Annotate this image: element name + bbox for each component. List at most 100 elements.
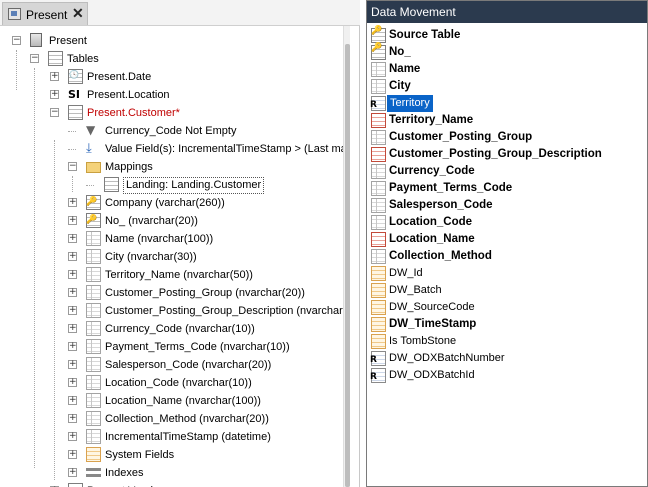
- tree-node[interactable]: + Name (nvarchar(100)): [0, 230, 350, 248]
- field-item[interactable]: Location_Code: [367, 214, 647, 231]
- collapse-icon[interactable]: −: [30, 54, 39, 63]
- indexes-icon: [86, 468, 101, 479]
- tree-node[interactable]: − Tables: [0, 50, 350, 68]
- field-item[interactable]: Customer_Posting_Group: [367, 129, 647, 146]
- tree-node[interactable]: − Mappings: [0, 158, 350, 176]
- tree-node[interactable]: − Present: [0, 32, 350, 50]
- expand-icon[interactable]: +: [68, 234, 77, 243]
- field-item[interactable]: Territory_Name: [367, 112, 647, 129]
- field-label: Payment_Terms_Code: [389, 182, 513, 194]
- tree-node-label: Currency_Code Not Empty: [105, 125, 237, 137]
- expand-icon[interactable]: +: [68, 252, 77, 261]
- field-item[interactable]: DW_ODXBatchId: [367, 367, 647, 384]
- field-item[interactable]: DW_Id: [367, 265, 647, 282]
- tree-connector: [68, 149, 76, 150]
- tree-node-label: IncrementalTimeStamp (datetime): [105, 431, 271, 443]
- system-field-icon: [371, 283, 386, 298]
- tree-node[interactable]: + No_ (nvarchar(20)): [0, 211, 350, 230]
- expand-icon[interactable]: +: [50, 90, 59, 99]
- expand-icon[interactable]: +: [68, 414, 77, 423]
- field-item[interactable]: DW_Batch: [367, 282, 647, 299]
- field-item[interactable]: Collection_Method: [367, 248, 647, 265]
- tree-node-label: Location_Name (nvarchar(100)): [105, 395, 261, 407]
- column-icon: [86, 249, 101, 264]
- column-icon: [86, 429, 101, 444]
- tree-node-label: Customer_Posting_Group_Description (nvar…: [105, 305, 350, 317]
- field-item[interactable]: No_: [367, 43, 647, 61]
- expand-icon[interactable]: +: [68, 198, 77, 207]
- field-item[interactable]: Payment_Terms_Code: [367, 180, 647, 197]
- field-item[interactable]: DW_ODXBatchNumber: [367, 350, 647, 367]
- expand-icon[interactable]: +: [68, 342, 77, 351]
- field-label: Customer_Posting_Group: [389, 131, 533, 143]
- tree-node[interactable]: + Collection_Method (nvarchar(20)): [0, 410, 350, 428]
- collapse-icon[interactable]: −: [12, 36, 21, 45]
- collapse-icon[interactable]: −: [68, 162, 77, 171]
- expand-icon[interactable]: +: [68, 450, 77, 459]
- field-item[interactable]: Territory: [367, 95, 647, 112]
- column-icon: [86, 339, 101, 354]
- reference-field-icon: [370, 96, 386, 111]
- tree-node[interactable]: + Customer_Posting_Group (nvarchar(20)): [0, 284, 350, 302]
- tree-node[interactable]: +Present.Vendor: [0, 482, 350, 487]
- collapse-icon[interactable]: −: [50, 108, 59, 117]
- tree-node[interactable]: − Present.Customer*: [0, 104, 350, 122]
- tree-node[interactable]: + Salesperson_Code (nvarchar(20)): [0, 356, 350, 374]
- expand-icon[interactable]: +: [68, 288, 77, 297]
- expand-icon[interactable]: +: [68, 306, 77, 315]
- tree-scrollbar[interactable]: [343, 26, 350, 487]
- scrollbar-thumb[interactable]: [345, 44, 350, 487]
- expand-icon[interactable]: +: [68, 270, 77, 279]
- tree-node[interactable]: + Company (varchar(260)): [0, 193, 350, 212]
- field-item[interactable]: Salesperson_Code: [367, 197, 647, 214]
- expand-icon[interactable]: +: [68, 396, 77, 405]
- tree-node-label: Indexes: [105, 467, 144, 479]
- field-red-icon: [371, 232, 386, 247]
- close-icon[interactable]: ✕: [72, 5, 84, 22]
- field-item[interactable]: Currency_Code: [367, 163, 647, 180]
- tree-node[interactable]: + City (nvarchar(30)): [0, 248, 350, 266]
- tree-node[interactable]: + Location_Name (nvarchar(100)): [0, 392, 350, 410]
- field-item[interactable]: DW_SourceCode: [367, 299, 647, 316]
- tree-node[interactable]: + Location_Code (nvarchar(10)): [0, 374, 350, 392]
- expand-icon[interactable]: +: [68, 468, 77, 477]
- tree-node-label: Location_Code (nvarchar(10)): [105, 377, 252, 389]
- field-item[interactable]: Name: [367, 61, 647, 78]
- field-label: DW_ODXBatchNumber: [389, 352, 505, 364]
- field-item[interactable]: Is TombStone: [367, 333, 647, 350]
- tree-node[interactable]: + Indexes: [0, 464, 350, 482]
- tree-node[interactable]: + Currency_Code (nvarchar(10)): [0, 320, 350, 338]
- tree-node-label: System Fields: [105, 449, 175, 461]
- expand-icon[interactable]: +: [68, 378, 77, 387]
- field-item[interactable]: Source Table: [367, 26, 647, 44]
- tree-node[interactable]: ⤓ Value Field(s): IncrementalTimeStamp > …: [0, 140, 350, 158]
- key-column-icon: [86, 193, 101, 211]
- tree-node[interactable]: ▼ Currency_Code Not Empty: [0, 122, 350, 140]
- expand-icon[interactable]: +: [68, 432, 77, 441]
- field-item[interactable]: DW_TimeStamp: [367, 316, 647, 333]
- expand-icon[interactable]: +: [50, 72, 59, 81]
- tree-node[interactable]: + Territory_Name (nvarchar(50)): [0, 266, 350, 284]
- tab-present[interactable]: Present ✕: [2, 2, 88, 25]
- tree-node[interactable]: Landing: Landing.Customer: [0, 176, 350, 194]
- system-field-icon: [371, 300, 386, 315]
- expand-icon[interactable]: +: [68, 324, 77, 333]
- tree-node[interactable]: + 🕓 Present.Date: [0, 68, 350, 86]
- expand-icon[interactable]: +: [68, 360, 77, 369]
- field-item[interactable]: Location_Name: [367, 231, 647, 248]
- tree-node-label: Present.Date: [87, 71, 152, 83]
- field-label: DW_SourceCode: [389, 301, 475, 313]
- tree-node[interactable]: + Customer_Posting_Group_Description (nva…: [0, 302, 350, 320]
- expand-icon[interactable]: +: [68, 216, 77, 225]
- field-item[interactable]: Customer_Posting_Group_Description: [367, 146, 647, 163]
- column-icon: [86, 357, 101, 372]
- field-item[interactable]: City: [367, 78, 647, 95]
- field-red-icon: [371, 147, 386, 162]
- tree-node[interactable]: + System Fields: [0, 446, 350, 464]
- tree-node[interactable]: + IncrementalTimeStamp (datetime): [0, 428, 350, 446]
- tree-node[interactable]: + Payment_Terms_Code (nvarchar(10)): [0, 338, 350, 356]
- field-label: Territory_Name: [389, 114, 474, 126]
- tree-node[interactable]: + SI Present.Location: [0, 86, 350, 104]
- column-icon: [86, 375, 101, 390]
- field-label: Currency_Code: [389, 165, 475, 177]
